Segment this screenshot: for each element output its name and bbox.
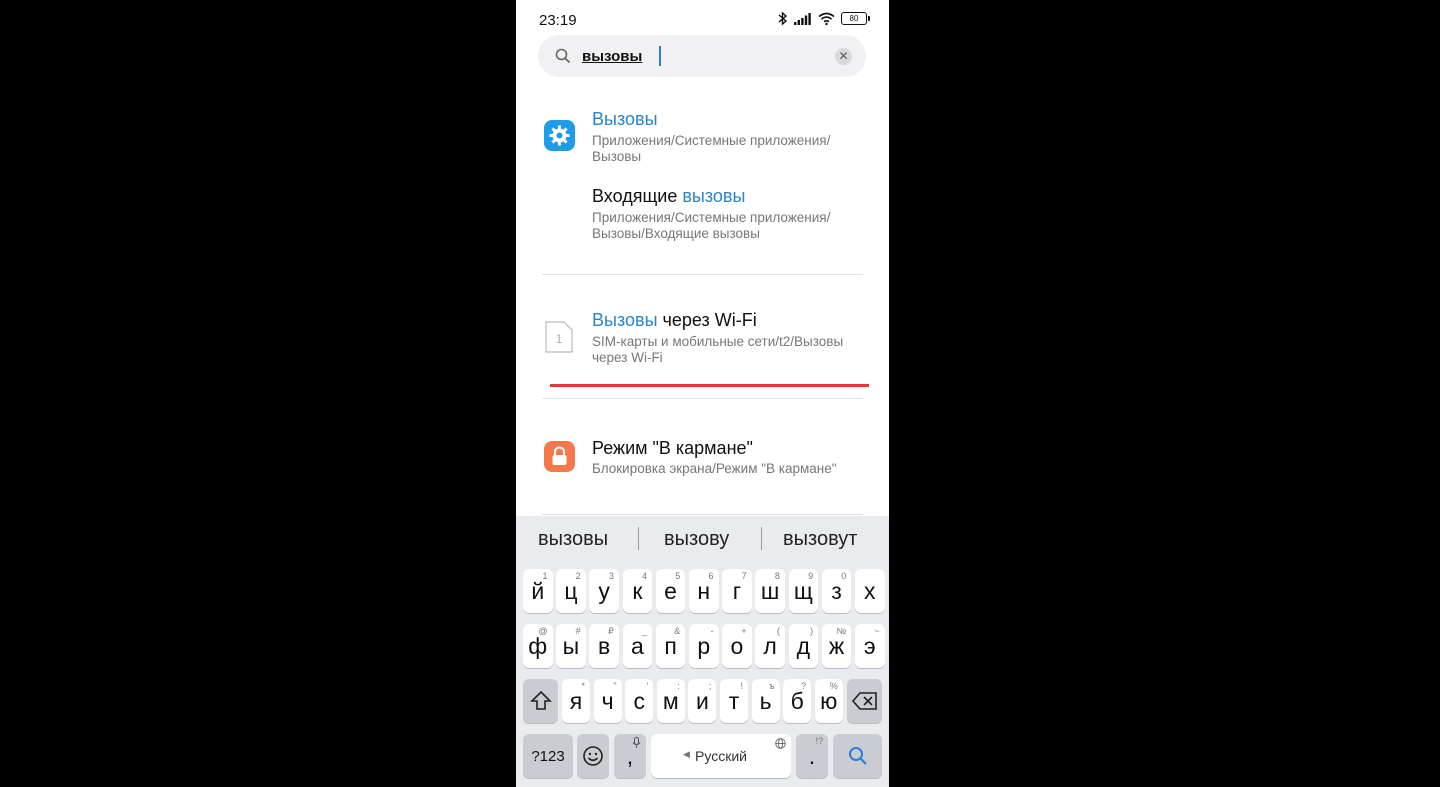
key-ш[interactable]: 8ш <box>755 569 785 613</box>
key-г[interactable]: 7г <box>722 569 752 613</box>
divider <box>542 514 863 515</box>
suggestion-item[interactable]: вызову <box>664 528 729 551</box>
result-item-pocket-mode[interactable]: Режим "В кармане" Блокировка экрана/Режи… <box>516 437 889 487</box>
key-ж[interactable]: № ж <box>821 624 852 668</box>
wifi-icon <box>818 12 835 25</box>
text-cursor <box>659 46 661 66</box>
key-щ[interactable]: 9щ <box>788 569 819 613</box>
key-э[interactable]: ~ э <box>855 624 885 668</box>
key-у[interactable]: 3у <box>589 569 619 613</box>
phone-screen: 23:19 80 вызовы ✕ Вызовы Приложения/Сист… <box>516 0 889 787</box>
shift-key[interactable] <box>523 679 558 723</box>
key-о[interactable]: + о <box>722 624 752 668</box>
suggestion-item[interactable]: вызовы <box>538 528 608 551</box>
period-key[interactable]: !? . <box>796 734 828 778</box>
key-ы[interactable]: # ы <box>556 624 586 668</box>
result-path: SIM-карты и мобильные сети/t2/Вызовы чер… <box>592 334 844 365</box>
gear-icon <box>544 120 575 151</box>
key-ч[interactable]: " ч <box>593 679 622 723</box>
key-п[interactable]: & п <box>655 624 686 668</box>
search-icon <box>849 747 867 765</box>
keyboard: вызовы вызову вызовут 1й2ц3у4к5е6н7г8ш9щ… <box>516 516 889 787</box>
divider <box>542 274 863 275</box>
backspace-key[interactable] <box>847 679 882 723</box>
result-title: Режим "В кармане" <box>592 438 753 458</box>
search-input[interactable]: вызовы <box>582 48 642 65</box>
key-н[interactable]: 6н <box>689 569 719 613</box>
key-ь[interactable]: ъь <box>751 679 780 723</box>
battery-icon: 80 <box>841 12 870 25</box>
bluetooth-icon <box>778 11 788 26</box>
key-а[interactable]: _ а <box>622 624 653 668</box>
key-с[interactable]: ' с <box>625 679 654 723</box>
key-ю[interactable]: % ю <box>814 679 843 723</box>
suggestion-item[interactable]: вызовут <box>783 528 857 551</box>
key-е[interactable]: 5е <box>655 569 686 613</box>
symbols-key[interactable]: ?123 <box>523 734 573 778</box>
key-ц[interactable]: 2ц <box>556 569 586 613</box>
key-ф[interactable]: @ ф <box>523 624 553 668</box>
lock-icon <box>544 441 575 472</box>
globe-icon <box>775 738 786 749</box>
result-item-calls[interactable]: Вызовы Приложения/Системные приложения/В… <box>516 108 889 168</box>
result-title: Вызовы <box>592 109 658 129</box>
result-path: Приложения/Системные приложения/Вызовы/В… <box>592 210 831 241</box>
key-й[interactable]: 1й <box>523 569 553 613</box>
clear-search-icon[interactable]: ✕ <box>835 48 852 65</box>
result-title: Вызовы через Wi-Fi <box>592 310 757 330</box>
search-action-key[interactable] <box>833 734 882 778</box>
sim-card-icon: 1 <box>545 321 573 358</box>
key-р[interactable]: -р <box>689 624 719 668</box>
comma-key[interactable]: , <box>614 734 646 778</box>
suggestion-strip: вызовы вызову вызовут <box>516 516 889 562</box>
highlight-underline <box>550 384 869 387</box>
emoji-key[interactable] <box>577 734 609 778</box>
status-bar: 23:19 80 <box>516 0 889 40</box>
key-т[interactable]: ! т <box>720 679 748 723</box>
shift-icon <box>530 690 552 710</box>
result-path: Приложения/Системные приложения/Вызовы <box>592 133 831 164</box>
result-item-incoming-calls[interactable]: Входящие вызовы Приложения/Системные при… <box>516 186 889 246</box>
key-х[interactable]: х <box>855 569 885 613</box>
key-д[interactable]: ) д <box>788 624 819 668</box>
key-м[interactable]: :м <box>656 679 685 723</box>
key-в[interactable]: ₽ в <box>589 624 619 668</box>
signal-icon <box>794 12 811 25</box>
result-title: Входящие вызовы <box>592 186 746 206</box>
key-з[interactable]: 0з <box>821 569 852 613</box>
divider <box>542 398 863 399</box>
key-л[interactable]: (л <box>755 624 785 668</box>
result-item-wifi-calls[interactable]: 1 Вызовы через Wi-Fi SIM-карты и мобильн… <box>516 309 889 369</box>
backspace-icon <box>852 692 877 710</box>
space-key[interactable]: ◀ Русский <box>651 734 791 778</box>
sim-number: 1 <box>556 332 563 346</box>
key-я[interactable]: * я <box>562 679 590 723</box>
key-к[interactable]: 4к <box>622 569 653 613</box>
emoji-icon <box>583 746 603 766</box>
status-time: 23:19 <box>539 12 577 29</box>
search-bar[interactable]: вызовы ✕ <box>538 35 866 77</box>
result-path: Блокировка экрана/Режим "В кармане" <box>592 461 837 476</box>
key-б[interactable]: ? б <box>783 679 812 723</box>
key-и[interactable]: ; и <box>688 679 717 723</box>
search-icon <box>555 48 571 64</box>
